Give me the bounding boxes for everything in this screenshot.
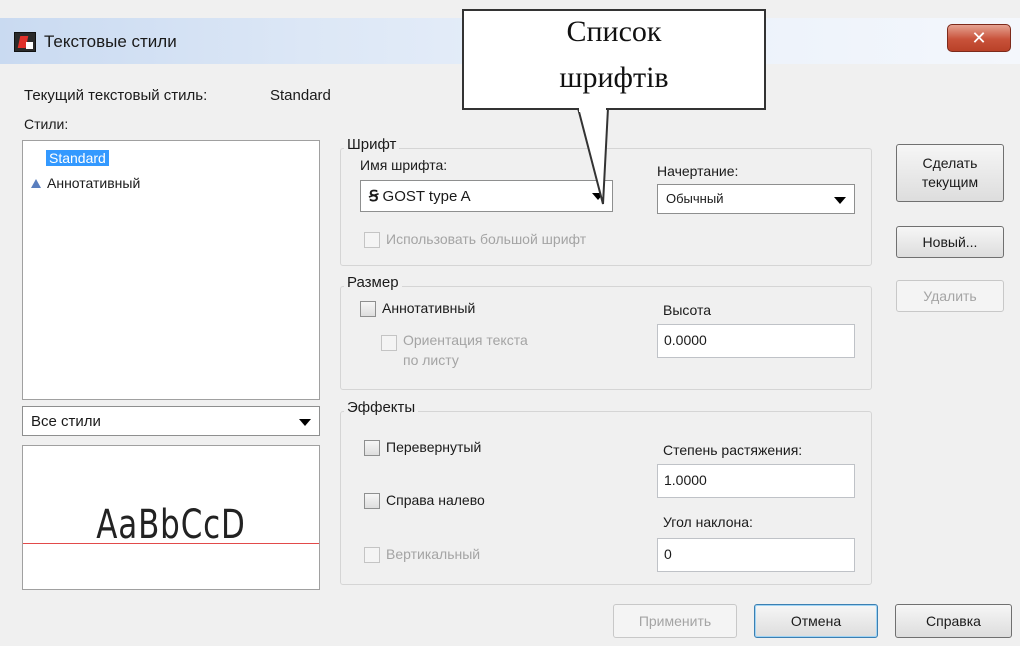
annotative-label: Аннотативный — [382, 300, 476, 316]
vertical-checkbox[interactable] — [364, 547, 380, 563]
apply-button[interactable]: Применить — [613, 604, 737, 638]
styles-filter-value: Все стили — [31, 413, 101, 430]
close-button[interactable]: ✕ — [947, 24, 1011, 52]
backwards-label: Справа налево — [386, 492, 485, 508]
font-name-value: GOST type A — [382, 188, 471, 205]
upside-down-checkbox[interactable] — [364, 440, 380, 456]
oblique-angle-input[interactable]: 0 — [657, 538, 855, 572]
new-style-button[interactable]: Новый... — [896, 226, 1004, 258]
style-item-standard[interactable]: Standard — [46, 150, 109, 166]
annotative-triangle-icon — [31, 179, 41, 188]
font-style-label: Начертание: — [657, 163, 739, 179]
width-factor-value: 1.0000 — [664, 472, 707, 488]
oblique-angle-label: Угол наклона: — [663, 514, 753, 530]
set-current-button[interactable]: Сделать текущим — [896, 144, 1004, 202]
window-title: Текстовые стили — [44, 32, 177, 51]
match-orientation-label-2: по листу — [403, 352, 459, 368]
oblique-angle-value: 0 — [664, 546, 672, 562]
width-factor-label: Степень растяжения: — [663, 442, 803, 458]
set-current-label-1: Сделать — [922, 155, 978, 171]
truetype-font-icon: Ꞩ — [369, 189, 379, 205]
width-factor-input[interactable]: 1.0000 — [657, 464, 855, 498]
vertical-label: Вертикальный — [386, 546, 481, 562]
current-style-label: Текущий текстовый стиль: — [24, 87, 208, 104]
font-style-value: Обычный — [666, 191, 724, 206]
style-item-annotative[interactable]: Аннотативный — [31, 175, 140, 191]
font-group-title: Шрифт — [344, 136, 400, 153]
styles-label: Стили: — [24, 116, 69, 132]
style-preview: AaBbCcD — [22, 445, 320, 590]
chevron-down-icon — [592, 193, 604, 200]
set-current-label-2: текущим — [921, 174, 979, 190]
callout-line-1: Список — [566, 15, 662, 48]
styles-list[interactable]: Standard Аннотативный — [22, 140, 320, 400]
callout-line-2: шрифтів — [559, 61, 669, 94]
font-style-dropdown[interactable]: Обычный — [657, 184, 855, 214]
current-style-value: Standard — [270, 87, 331, 104]
text-style-dialog: Текстовые стили ✕ Текущий текстовый стил… — [0, 0, 1020, 646]
match-orientation-checkbox[interactable] — [381, 335, 397, 351]
annotative-checkbox[interactable] — [360, 301, 376, 317]
style-item-annotative-label: Аннотативный — [47, 175, 141, 191]
match-orientation-label-1: Ориентация текста — [403, 332, 528, 348]
size-group-title: Размер — [344, 274, 402, 291]
annotation-callout: Список шрифтів — [462, 9, 766, 110]
styles-filter-dropdown[interactable]: Все стили — [22, 406, 320, 436]
chevron-down-icon — [299, 419, 311, 426]
height-value: 0.0000 — [664, 332, 707, 348]
chevron-down-icon — [834, 197, 846, 204]
height-input[interactable]: 0.0000 — [657, 324, 855, 358]
effects-group-title: Эффекты — [344, 399, 419, 416]
font-name-dropdown[interactable]: Ꞩ GOST type A — [360, 180, 613, 212]
callout-joint — [579, 104, 606, 112]
help-button[interactable]: Справка — [895, 604, 1012, 638]
use-big-font-label: Использовать большой шрифт — [386, 231, 587, 247]
cancel-button[interactable]: Отмена — [754, 604, 878, 638]
preview-text: AaBbCcD — [96, 502, 246, 548]
font-name-label: Имя шрифта: — [360, 157, 448, 173]
delete-style-button[interactable]: Удалить — [896, 280, 1004, 312]
autocad-app-icon — [14, 32, 36, 52]
height-label: Высота — [663, 302, 712, 318]
use-big-font-checkbox[interactable] — [364, 232, 380, 248]
upside-down-label: Перевернутый — [386, 439, 482, 455]
backwards-checkbox[interactable] — [364, 493, 380, 509]
